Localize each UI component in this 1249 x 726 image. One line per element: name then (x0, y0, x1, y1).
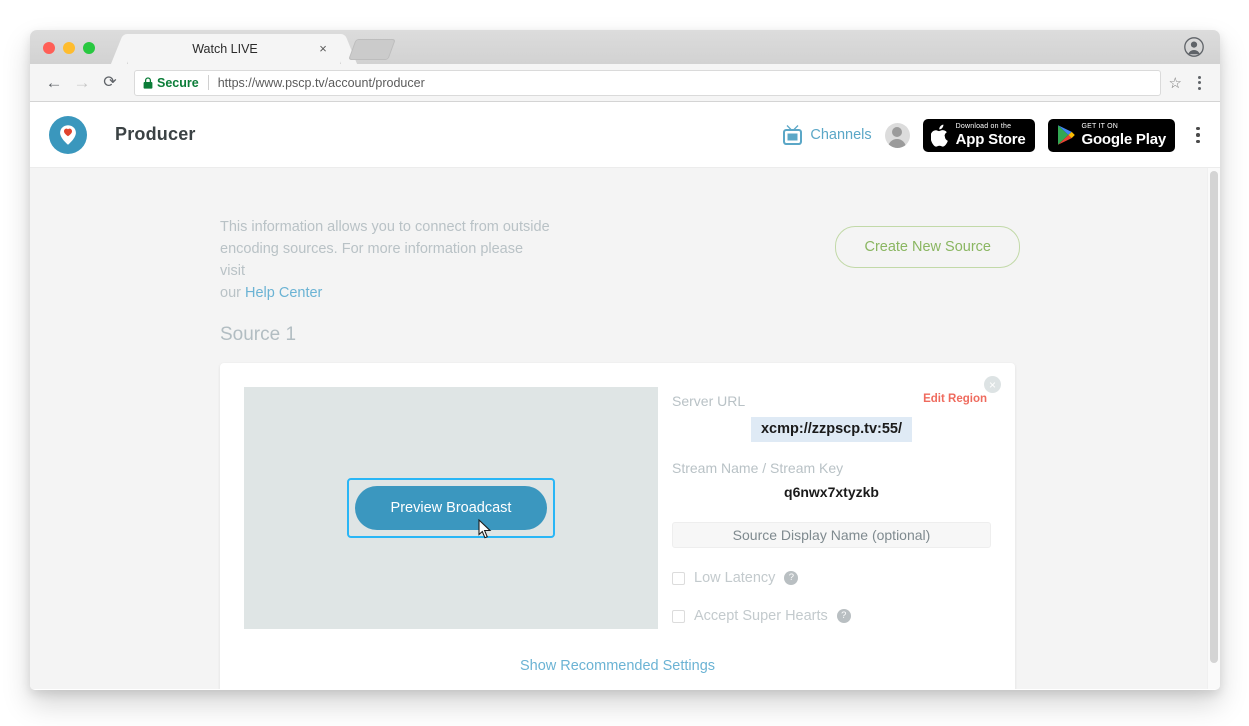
bookmark-star-icon[interactable]: ☆ (1169, 74, 1182, 92)
broadcast-preview-area: Preview Broadcast (244, 387, 658, 629)
app-store-subtitle: Download on the (955, 123, 1012, 130)
help-center-link[interactable]: Help Center (245, 285, 322, 301)
page-title: Producer (115, 124, 196, 144)
header-actions: Channels Download on the App Store GET I… (782, 102, 1206, 168)
tab-close-icon[interactable]: × (316, 42, 330, 56)
low-latency-label: Low Latency (694, 570, 776, 586)
content-column: This information allows you to connect f… (220, 168, 1020, 689)
channels-label: Channels (810, 127, 872, 143)
browser-toolbar: ← → ⟳ Secure https://www.pscp.tv/account… (30, 64, 1220, 102)
source-display-name-input[interactable] (672, 522, 991, 548)
address-bar[interactable]: Secure https://www.pscp.tv/account/produ… (134, 69, 1161, 96)
app-store-title: App Store (955, 131, 1026, 148)
scrollbar-thumb[interactable] (1210, 171, 1218, 663)
page-content: This information allows you to connect f… (30, 168, 1220, 689)
app-store-badge[interactable]: Download on the App Store (922, 118, 1035, 152)
tv-icon (783, 125, 803, 145)
back-button[interactable]: ← (40, 74, 68, 91)
google-play-subtitle: GET IT ON (1081, 123, 1119, 130)
google-play-title: Google Play (1081, 131, 1167, 148)
preview-button-focus-ring: Preview Broadcast (346, 478, 556, 538)
security-indicator[interactable]: Secure (143, 76, 199, 90)
page-scrollbar[interactable] (1207, 168, 1220, 689)
tab-strip: Watch LIVE × (30, 30, 1220, 64)
browser-window: Watch LIVE × ← → ⟳ Secure https://www.ps… (30, 30, 1220, 690)
super-hearts-help-icon[interactable]: ? (836, 609, 851, 623)
preview-broadcast-button[interactable]: Preview Broadcast (354, 486, 548, 530)
server-url-value[interactable]: xcmp://zzpscp.tv:55/ (750, 417, 912, 442)
intro-line-1: This information allows you to connect f… (220, 219, 550, 235)
url-text: https://www.pscp.tv/account/producer (217, 75, 425, 90)
super-hearts-label: Accept Super Hearts (694, 608, 828, 624)
secure-label: Secure (157, 75, 199, 90)
maximize-window-button[interactable] (83, 42, 95, 54)
server-url-row: xcmp://zzpscp.tv:55/ (672, 417, 991, 442)
source-heading: Source 1 (220, 324, 297, 345)
periscope-logo-icon[interactable] (49, 115, 87, 154)
close-window-button[interactable] (43, 42, 55, 54)
intro-text: This information allows you to connect f… (220, 216, 550, 304)
browser-menu-icon[interactable] (1192, 75, 1206, 90)
stream-key-value[interactable]: q6nwx7xtyzkb (672, 484, 991, 500)
intro-row: This information allows you to connect f… (220, 168, 1020, 304)
forward-button[interactable]: → (68, 74, 96, 91)
source-card: × Preview Broadcast Edit Region Server U… (220, 363, 1015, 689)
window-controls (43, 42, 95, 54)
low-latency-help-icon[interactable]: ? (784, 571, 799, 585)
channels-link[interactable]: Channels (782, 124, 872, 146)
user-avatar[interactable] (884, 122, 910, 148)
minimize-window-button[interactable] (63, 42, 75, 54)
card-footer: Show Recommended Settings (244, 657, 991, 675)
intro-line-2: encoding sources. For more information p… (220, 241, 524, 279)
stream-name-label: Stream Name / Stream Key (672, 460, 844, 476)
mouse-cursor-icon (478, 519, 492, 539)
lock-icon (143, 76, 153, 89)
create-new-source-button[interactable]: Create New Source (835, 226, 1020, 268)
google-play-icon (1057, 125, 1075, 145)
source-fields: Edit Region Server URL xcmp://zzpscp.tv:… (672, 387, 991, 629)
intro-line-3-prefix: our (220, 285, 245, 301)
new-tab-button[interactable] (348, 39, 396, 60)
edit-region-link[interactable]: Edit Region (923, 393, 987, 405)
tab-title: Watch LIVE (192, 42, 258, 56)
super-hearts-checkbox[interactable] (672, 609, 685, 623)
omnibox-divider (207, 75, 209, 90)
app-header: Producer Channels Download on the App St… (30, 102, 1220, 168)
show-recommended-settings-link[interactable]: Show Recommended Settings (520, 658, 715, 674)
card-body: Preview Broadcast Edit Region Server URL… (244, 387, 991, 629)
profile-avatar-icon[interactable] (1184, 37, 1204, 57)
low-latency-row[interactable]: Low Latency ? (672, 570, 991, 586)
low-latency-checkbox[interactable] (672, 571, 685, 585)
apple-icon (930, 124, 948, 147)
app-menu-icon[interactable] (1190, 126, 1206, 144)
google-play-badge[interactable]: GET IT ON Google Play (1047, 118, 1175, 152)
browser-tab-watch-live[interactable]: Watch LIVE × (128, 34, 340, 64)
reload-button[interactable]: ⟳ (96, 74, 124, 91)
super-hearts-row[interactable]: Accept Super Hearts ? (672, 608, 991, 624)
